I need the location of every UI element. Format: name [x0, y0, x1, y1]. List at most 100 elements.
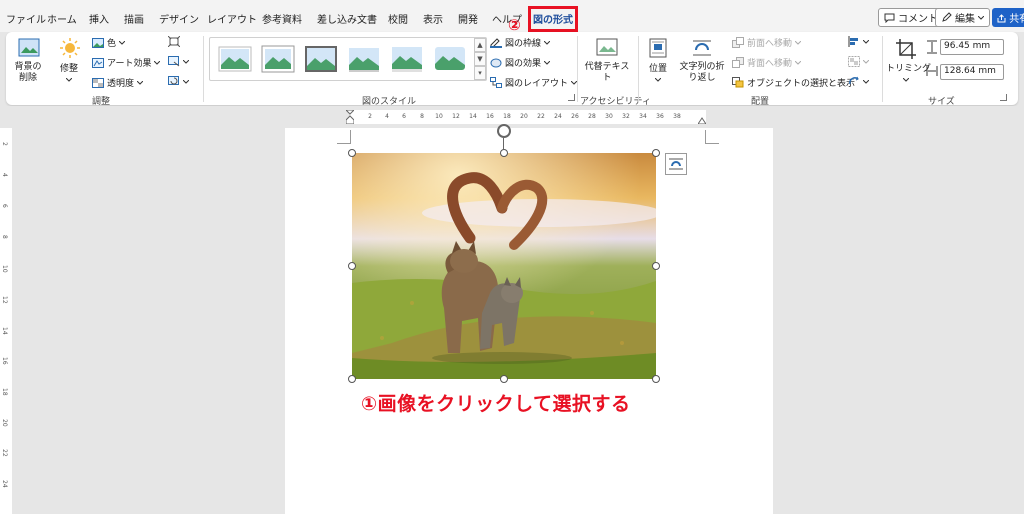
share-icon: [997, 14, 1006, 23]
tab-mailings[interactable]: 差し込み文書: [317, 11, 377, 26]
rotation-handle[interactable]: [497, 124, 511, 138]
layout-options-button[interactable]: [665, 153, 687, 175]
corrections-button[interactable]: 修整: [52, 36, 86, 88]
style-thumbnail[interactable]: [433, 45, 467, 73]
right-indent-marker[interactable]: [698, 116, 706, 124]
chevron-down-icon: [137, 80, 144, 85]
width-input[interactable]: 128.64 mm: [940, 64, 1004, 80]
resize-handle-top-right[interactable]: [652, 149, 660, 157]
wrap-text-label: 文字列の折り返し: [679, 62, 725, 83]
tab-file[interactable]: ファイル: [6, 11, 46, 26]
resize-handle-right[interactable]: [652, 262, 660, 270]
send-backward-icon: [732, 57, 744, 68]
align-button[interactable]: [848, 36, 869, 47]
height-value: 96.45 mm: [944, 41, 991, 51]
tab-developer[interactable]: 開発: [458, 11, 478, 26]
ruler-tick: 16: [486, 113, 494, 120]
ruler-tick: 2: [1, 142, 8, 146]
artistic-effects-button[interactable]: アート効果: [92, 56, 161, 69]
tab-review[interactable]: 校閲: [388, 11, 408, 26]
style-thumbnail[interactable]: [304, 45, 338, 73]
ruler-tick: 6: [1, 204, 8, 208]
send-backward-label: 背面へ移動: [747, 59, 793, 69]
style-thumbnail[interactable]: [261, 45, 295, 73]
cats-photo[interactable]: [352, 153, 656, 379]
edit-mode-button[interactable]: 編集: [935, 8, 990, 27]
style-thumbnail[interactable]: [347, 45, 381, 73]
crop-button[interactable]: トリミング: [886, 36, 931, 88]
ruler-tick: 22: [1, 449, 8, 457]
ribbon-panel: 背景の削除 修整 色 アート効果 透明度 調整 ▲ ▼ ▾ 図の枠線 図の効果 …: [6, 32, 1018, 107]
position-label: 位置: [648, 64, 667, 74]
gallery-scroll-up-button[interactable]: ▲: [474, 38, 486, 52]
rotate-button[interactable]: [848, 76, 869, 87]
tab-design[interactable]: デザイン: [159, 11, 199, 26]
style-thumbnail[interactable]: [218, 45, 252, 73]
margin-corner-mark: [337, 130, 351, 144]
compress-pictures-button[interactable]: [168, 36, 180, 47]
wrap-text-button[interactable]: 文字列の折り返し: [676, 36, 728, 88]
send-backward-button[interactable]: 背面へ移動: [732, 56, 802, 69]
tab-view[interactable]: 表示: [423, 11, 443, 26]
tab-home[interactable]: ホーム: [47, 11, 77, 26]
tab-references[interactable]: 参考資料: [262, 11, 302, 26]
ruler-tick: 30: [605, 113, 613, 120]
tab-draw[interactable]: 描画: [124, 11, 144, 26]
tab-layout[interactable]: レイアウト: [207, 11, 257, 26]
share-button[interactable]: 共有: [992, 8, 1024, 27]
remove-background-button[interactable]: 背景の削除: [10, 36, 46, 88]
vertical-ruler[interactable]: 2 4 6 8 10 12 14 16 18 20 22 24: [0, 128, 12, 514]
bring-forward-label: 前面へ移動: [747, 39, 793, 49]
alt-text-button[interactable]: 代替テキスト: [584, 36, 630, 88]
chevron-down-icon: [183, 79, 189, 84]
ruler-tick: 18: [1, 388, 8, 396]
pencil-icon: [942, 12, 952, 22]
highlight-box: [528, 6, 578, 32]
position-button[interactable]: 位置: [644, 36, 672, 88]
height-input[interactable]: 96.45 mm: [940, 39, 1004, 55]
resize-handle-bottom-right[interactable]: [652, 375, 660, 383]
size-dialog-launcher[interactable]: [1000, 94, 1007, 101]
transparency-button[interactable]: 透明度: [92, 76, 144, 89]
height-icon: [927, 40, 937, 54]
ruler-tick: 24: [1, 480, 8, 488]
transparency-label: 透明度: [107, 79, 135, 89]
resize-handle-bottom[interactable]: [500, 375, 508, 383]
alt-text-label: 代替テキスト: [584, 62, 630, 83]
picture-styles-dialog-launcher[interactable]: [568, 94, 575, 101]
change-picture-button[interactable]: [168, 56, 189, 67]
ruler-tick: 38: [673, 113, 681, 120]
selection-pane-icon: [732, 77, 744, 88]
sun-icon: [60, 38, 80, 58]
reset-picture-button[interactable]: [168, 76, 189, 87]
ruler-tick: 8: [1, 235, 8, 239]
style-thumbnail[interactable]: [390, 45, 424, 73]
change-picture-icon: [168, 56, 180, 67]
resize-handle-top[interactable]: [500, 149, 508, 157]
bring-forward-button[interactable]: 前面へ移動: [732, 36, 802, 49]
ribbon-tab-bar: ファイル ホーム 挿入 描画 デザイン レイアウト 参考資料 差し込み文書 校閲…: [0, 0, 1024, 33]
selection-pane-button[interactable]: オブジェクトの選択と表示: [732, 76, 855, 89]
share-label: 共有: [1009, 14, 1024, 25]
resize-handle-bottom-left[interactable]: [348, 375, 356, 383]
remove-background-icon: [18, 38, 40, 57]
resize-handle-top-left[interactable]: [348, 149, 356, 157]
group-divider: [638, 36, 639, 102]
gallery-more-button[interactable]: ▾: [474, 66, 486, 80]
picture-border-button[interactable]: 図の枠線: [490, 36, 551, 49]
picture-layout-button[interactable]: 図のレイアウト: [490, 76, 578, 89]
ruler-tick: 20: [1, 419, 8, 427]
horizontal-ruler[interactable]: 2 4 6 8 10 12 14 16 18 20 22 24 26 28 30…: [346, 110, 706, 124]
chevron-down-icon: [544, 60, 551, 65]
tab-insert[interactable]: 挿入: [89, 11, 109, 26]
color-button[interactable]: 色: [92, 36, 126, 49]
comment-label: コメント: [898, 14, 938, 25]
picture-effects-button[interactable]: 図の効果: [490, 56, 551, 69]
group-objects-button[interactable]: [848, 56, 869, 67]
gallery-scroll-down-button[interactable]: ▼: [474, 52, 486, 66]
left-indent-marker[interactable]: [346, 110, 354, 124]
picture-styles-gallery[interactable]: ▲ ▼ ▾: [209, 37, 487, 81]
resize-handle-left[interactable]: [348, 262, 356, 270]
picture-border-label: 図の枠線: [505, 39, 542, 49]
wrap-text-icon: [693, 40, 711, 56]
